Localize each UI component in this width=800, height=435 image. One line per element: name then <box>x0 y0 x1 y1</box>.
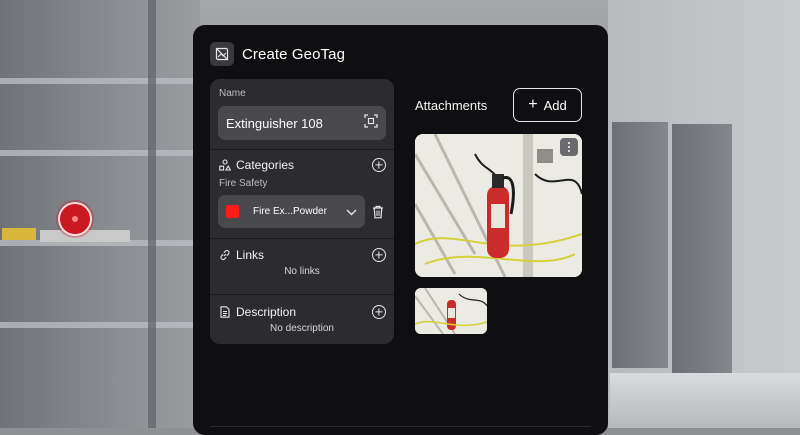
plus-icon: + <box>528 96 538 113</box>
trash-icon[interactable] <box>372 205 384 219</box>
description-empty-text: No description <box>270 323 334 334</box>
attachments-title: Attachments <box>415 98 488 113</box>
more-options-button[interactable] <box>560 138 578 156</box>
category-select[interactable]: Fire Ex...Powder <box>218 195 365 228</box>
description-header: Description <box>219 303 386 321</box>
panel-header: Create GeoTag <box>210 42 345 66</box>
attachment-thumbnail-large[interactable] <box>415 134 582 277</box>
categories-icon <box>219 159 231 171</box>
add-description-button[interactable] <box>372 305 386 319</box>
create-geotag-panel: Create GeoTag Name Extinguisher 108 Cate… <box>193 25 608 435</box>
background-cabinet <box>612 122 668 368</box>
more-dot <box>568 150 570 152</box>
more-dot <box>568 142 570 144</box>
panel-bottom-divider <box>210 426 591 427</box>
name-label: Name <box>219 88 246 99</box>
description-title: Description <box>236 305 297 319</box>
category-select-value: Fire Ex...Powder <box>253 206 327 217</box>
add-link-button[interactable] <box>372 248 386 262</box>
extinguisher-photo <box>415 134 582 277</box>
document-icon <box>219 306 231 318</box>
background-shelving <box>0 0 200 428</box>
links-title: Links <box>236 248 265 262</box>
background-bench <box>610 373 800 428</box>
links-empty-text: No links <box>284 266 320 277</box>
background-shelf-post <box>148 0 156 428</box>
attachment-thumbnail-small[interactable] <box>415 288 487 334</box>
add-attachment-button[interactable]: + Add <box>513 88 582 122</box>
add-category-button[interactable] <box>372 158 386 172</box>
link-icon <box>219 249 231 261</box>
section-divider <box>210 238 394 239</box>
section-divider <box>210 294 394 295</box>
geotag-form-card: Name Extinguisher 108 Categories Fire Sa… <box>210 79 394 344</box>
no-image-icon <box>210 42 234 66</box>
name-value[interactable]: Extinguisher 108 <box>226 116 364 131</box>
background-box <box>2 228 36 240</box>
category-group-label: Fire Safety <box>219 178 268 189</box>
section-divider <box>210 149 394 150</box>
more-dot <box>568 146 570 148</box>
background-shelf <box>0 322 200 328</box>
geotag-marker[interactable] <box>58 202 92 236</box>
extinguisher-photo <box>415 288 487 334</box>
background-cabinet <box>672 124 732 374</box>
category-color-swatch <box>226 205 239 218</box>
categories-title: Categories <box>236 158 295 172</box>
add-attachment-label: Add <box>543 97 567 113</box>
scan-icon[interactable] <box>364 113 378 133</box>
page-title: Create GeoTag <box>242 45 346 63</box>
background-shelf <box>0 78 200 84</box>
background-shelf <box>0 150 200 156</box>
categories-header: Categories <box>219 156 386 174</box>
chevron-down-icon[interactable] <box>346 203 357 221</box>
name-field[interactable]: Extinguisher 108 <box>218 106 386 140</box>
links-header: Links <box>219 246 386 264</box>
